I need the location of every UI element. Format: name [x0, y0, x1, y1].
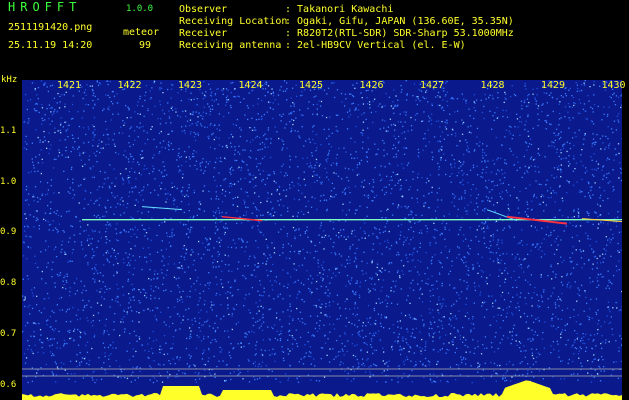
- x-tick-label: 1426: [359, 80, 384, 91]
- x-tick-label: 1424: [238, 80, 263, 91]
- x-tick-label: 1421: [57, 80, 82, 91]
- antenna-value: : 2el-HB9CV Vertical (el. E-W): [285, 40, 466, 51]
- y-tick-label: 0.8: [0, 278, 17, 289]
- location-value: : Ogaki, Gifu, JAPAN (136.60E, 35.35N): [285, 16, 514, 27]
- observer-key: Observer: [179, 4, 228, 15]
- receiver-key: Receiver: [179, 28, 228, 39]
- spectrogram-background: [22, 80, 622, 400]
- file-name: 2511191420.png: [8, 22, 93, 33]
- app-version: 1.0.0: [126, 4, 154, 14]
- y-tick-label: 1.0: [0, 176, 17, 187]
- observer-value: : Takanori Kawachi: [285, 4, 394, 15]
- y-tick-label: 0.6: [0, 379, 17, 390]
- receiver-value: : R820T2(RTL-SDR) SDR-Sharp 53.1000MHz: [285, 28, 514, 39]
- x-tick-label: 1429: [541, 80, 566, 91]
- y-tick-label: 0.9: [0, 227, 17, 238]
- spectrogram: [22, 80, 622, 400]
- antenna-key: Receiving antenna: [179, 40, 282, 51]
- x-tick-label: 1430: [601, 80, 626, 91]
- spectrogram-svg: [22, 80, 622, 400]
- app-title: HROFFT: [8, 0, 82, 14]
- x-tick-label: 1423: [178, 80, 203, 91]
- x-tick-label: 1428: [480, 80, 505, 91]
- y-tick-label: 1.1: [0, 125, 17, 136]
- y-axis-unit: kHz: [1, 75, 18, 85]
- location-key: Receiving Location: [179, 16, 288, 27]
- datetime: 25.11.19 14:20: [8, 40, 93, 51]
- meteor-label: meteor: [123, 27, 160, 38]
- x-tick-label: 1425: [299, 80, 324, 91]
- x-tick-label: 1427: [420, 80, 445, 91]
- header-panel: HROFFT 1.0.0 2511191420.png 25.11.19 14:…: [0, 0, 629, 80]
- meteor-count: 99: [139, 40, 152, 51]
- x-tick-label: 1422: [117, 80, 142, 91]
- y-tick-label: 0.7: [0, 328, 17, 339]
